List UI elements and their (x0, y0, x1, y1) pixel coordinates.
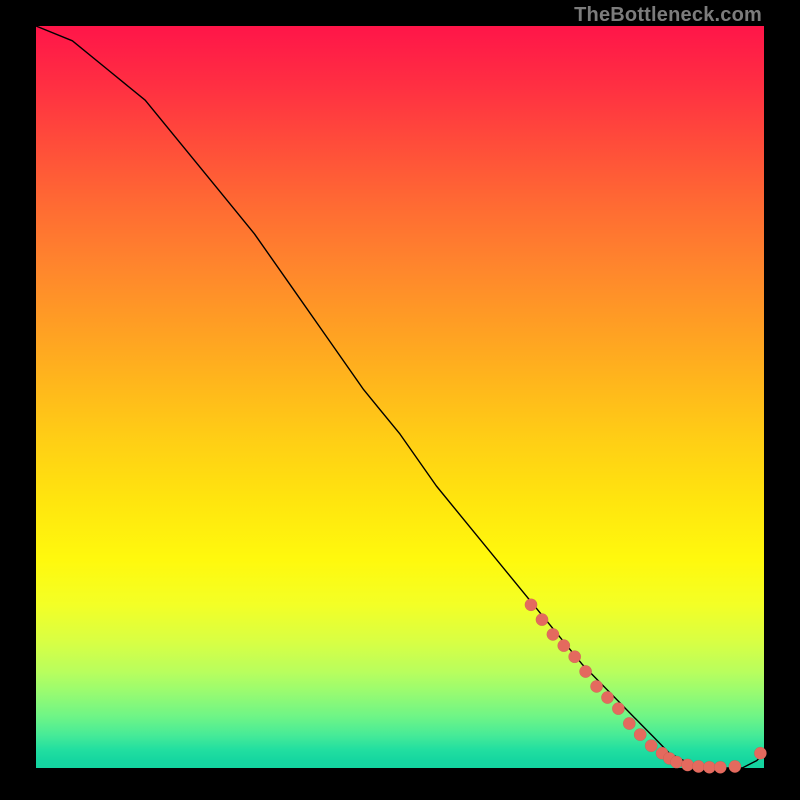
chart-svg (36, 26, 764, 768)
data-point (558, 639, 570, 651)
data-point (536, 613, 548, 625)
data-point (623, 717, 635, 729)
plot-area (36, 26, 764, 768)
data-point (692, 760, 704, 772)
data-point (714, 761, 726, 773)
watermark-text: TheBottleneck.com (574, 4, 762, 27)
data-point (645, 740, 657, 752)
data-point (670, 756, 682, 768)
data-point (681, 759, 693, 771)
data-point (634, 728, 646, 740)
data-point (590, 680, 602, 692)
data-point (729, 760, 741, 772)
data-point (579, 665, 591, 677)
data-point (703, 761, 715, 773)
data-point (525, 599, 537, 611)
chart-frame: TheBottleneck.com (0, 0, 800, 800)
data-point (754, 747, 766, 759)
data-point (601, 691, 613, 703)
bottleneck-curve (36, 26, 764, 768)
data-point (612, 702, 624, 714)
data-points (525, 599, 767, 774)
data-point (547, 628, 559, 640)
data-point (569, 651, 581, 663)
